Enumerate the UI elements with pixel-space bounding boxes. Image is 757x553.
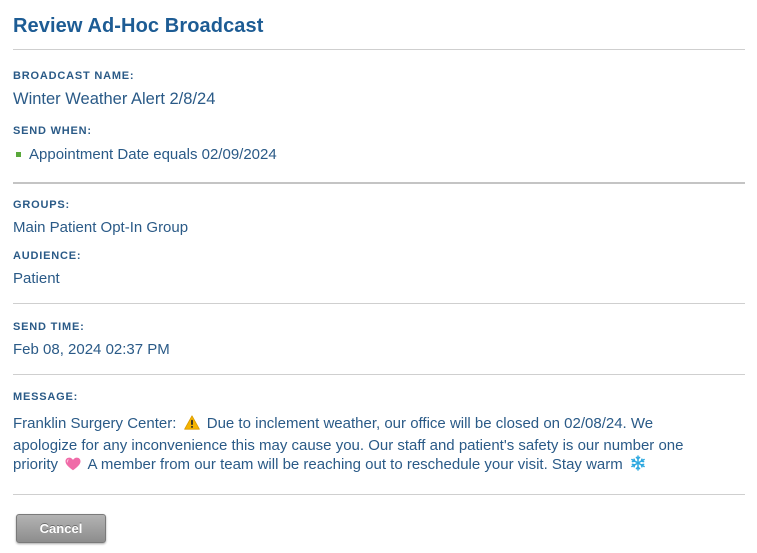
divider: [13, 374, 745, 375]
divider: [13, 494, 745, 495]
warning-icon: [183, 415, 200, 436]
message-text: Franklin Surgery Center:: [13, 415, 181, 432]
send-time-value: Feb 08, 2024 02:37 PM: [13, 341, 170, 358]
condition-operator: equals: [153, 146, 198, 163]
audience-value: Patient: [13, 270, 60, 287]
snowflake-icon: [630, 455, 646, 477]
pink-heart-icon: [65, 457, 81, 477]
send-time-label: SEND TIME:: [13, 321, 85, 333]
bullet-icon: [16, 152, 21, 157]
send-when-condition: Appointment Date equals 02/09/2024: [13, 146, 277, 163]
divider: [13, 182, 745, 184]
condition-field: Appointment Date: [29, 146, 154, 163]
condition-value: 02/09/2024: [197, 146, 277, 163]
page-title: Review Ad-Hoc Broadcast: [13, 15, 264, 37]
groups-label: GROUPS:: [13, 199, 70, 211]
divider: [13, 49, 745, 50]
audience-label: AUDIENCE:: [13, 250, 82, 262]
message-label: MESSAGE:: [13, 391, 79, 403]
send-when-label: SEND WHEN:: [13, 125, 92, 137]
message-body: Franklin Surgery Center: Due to inclemen…: [13, 414, 703, 477]
broadcast-name-value: Winter Weather Alert 2/8/24: [13, 90, 216, 108]
divider: [13, 303, 745, 304]
message-text: A member from our team will be reaching …: [84, 456, 627, 473]
broadcast-name-label: BROADCAST NAME:: [13, 70, 135, 82]
groups-value: Main Patient Opt-In Group: [13, 219, 189, 236]
cancel-button[interactable]: Cancel: [16, 514, 106, 543]
